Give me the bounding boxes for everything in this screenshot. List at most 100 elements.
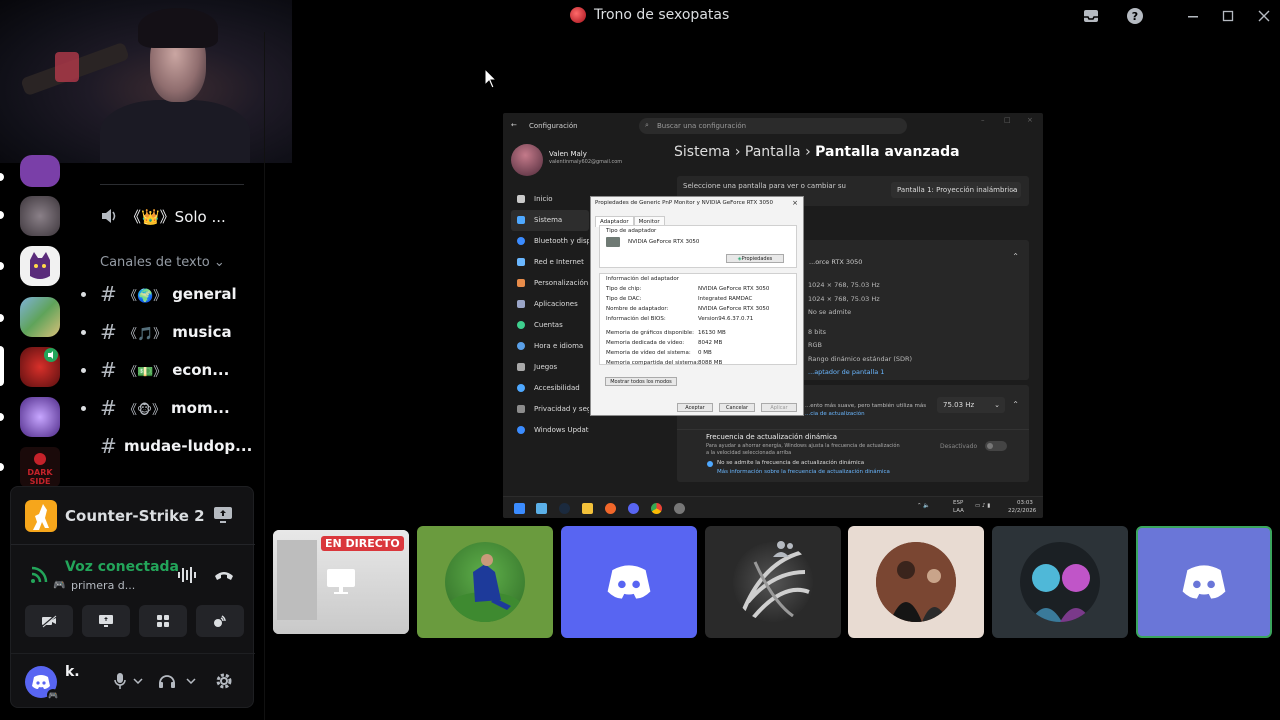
server-icon-landscape[interactable] [20, 297, 60, 337]
breadcrumb-separator: › [734, 144, 745, 160]
info-row: Memoria compartida del sistema: 8088 MB [606, 360, 722, 366]
settings-nav: Inicio Sistema Bluetooth y dispo Red e I… [511, 189, 589, 441]
unread-pill [0, 413, 4, 421]
minimize-icon[interactable] [1183, 6, 1203, 26]
list-modes-button: Mostrar todos los modos [605, 377, 677, 386]
disconnect-icon[interactable] [213, 567, 235, 586]
channel-name: mom... [171, 399, 230, 417]
server-icon-red[interactable] [20, 347, 60, 387]
nav-item: Aplicaciones [511, 294, 589, 315]
participant-avatar [445, 542, 525, 622]
username[interactable]: k. [65, 664, 80, 680]
nav-item: Windows Update [511, 420, 589, 441]
dynamic-desc: a la velocidad seleccionada arriba [706, 450, 792, 456]
windows-taskbar: ⌃ 🔈 ESP LAA ▭ ♪ ▮ 03:03 22/2/2026 [503, 496, 1043, 518]
text-channels-header[interactable]: Canales de texto ⌄ [100, 255, 225, 270]
channel-item-musica[interactable]: # 《🎵》 musica [100, 318, 232, 346]
unread-dot [81, 292, 86, 297]
info-key: Memoria dedicada de vídeo: [606, 340, 685, 346]
gear-icon[interactable] [213, 670, 235, 692]
nav-item: Juegos [511, 357, 589, 378]
participant-tile-default[interactable] [561, 526, 697, 638]
channel-emoji: 《💵》 [124, 364, 167, 380]
channel-item-mudae[interactable]: # mudae-ludop... [100, 432, 252, 460]
breadcrumb: Sistema › Pantalla › Pantalla avanzada [674, 144, 960, 160]
time-language-icon [517, 342, 525, 350]
voice-status[interactable]: Voz conectada [65, 559, 179, 575]
toggle-knob [987, 443, 993, 449]
inbox-icon[interactable] [1081, 6, 1101, 26]
dynamic-more-link: Más información sobre la frecuencia de a… [717, 469, 890, 475]
adapter-type-group: Tipo de adaptador NVIDIA GeForce RTX 305… [599, 225, 797, 268]
voice-channel-name[interactable]: primera d... [71, 579, 135, 592]
participant-tile[interactable] [417, 526, 553, 638]
participant-tile[interactable] [705, 526, 841, 638]
chevron-down-icon[interactable] [184, 670, 198, 692]
info-key: Nombre de adaptador: [606, 306, 669, 312]
server-icon-gray[interactable] [20, 196, 60, 236]
channel-item-momentos[interactable]: # 《🐵》 mom... [100, 394, 230, 422]
win-maximize-icon: □ [1004, 116, 1011, 124]
server-icon-purple[interactable] [20, 155, 60, 187]
help-icon[interactable]: ? [1125, 6, 1145, 26]
signal-icon [29, 563, 51, 589]
channel-item-general[interactable]: # 《🌍》 general [100, 280, 237, 308]
hashtag-icon: # [100, 434, 117, 458]
browser-icon [605, 503, 616, 514]
gamepad-status-icon: 🎮 [48, 690, 58, 700]
status-badge: 🎮 [47, 689, 59, 701]
participant-avatar [876, 542, 956, 622]
nav-item: Bluetooth y dispo [511, 231, 589, 252]
info-row: Tipo de DAC: Integrated RAMDAC [606, 296, 752, 302]
unread-pill [0, 262, 4, 270]
headphones-icon[interactable] [156, 670, 178, 692]
participant-tile-self[interactable] [1136, 526, 1272, 638]
sound-bars-icon[interactable] [177, 567, 197, 587]
nav-item: Inicio [511, 189, 589, 210]
dynamic-desc: Para ayudar a ahorrar energía, Windows a… [706, 443, 900, 449]
window-title: Trono de sexopatas [570, 7, 729, 23]
taskbar-app-icon [536, 503, 547, 514]
breadcrumb-item: Sistema [674, 144, 731, 160]
nav-label: Sistema [534, 216, 563, 224]
maximize-icon[interactable] [1218, 6, 1238, 26]
info-key: Memoria de gráficos disponible: [606, 330, 694, 336]
participant-tile[interactable] [992, 526, 1128, 638]
ok-button: Aceptar [677, 403, 713, 412]
win-close-icon: × [1027, 116, 1033, 124]
screen-share-icon[interactable] [213, 506, 233, 528]
section-label: Canales de texto [100, 255, 210, 270]
hashtag-icon: # [100, 396, 117, 420]
camera-off-button[interactable] [25, 605, 73, 637]
server-icon-dark-side[interactable]: DARK SIDE [20, 447, 60, 487]
participant-tile[interactable] [848, 526, 984, 638]
soundboard-button[interactable] [196, 605, 244, 637]
server-icon-cat[interactable] [20, 246, 60, 286]
close-icon[interactable] [1254, 6, 1274, 26]
webcam-overlay [0, 0, 292, 163]
microphone-icon[interactable] [109, 670, 131, 692]
chevron-down-icon: ⌄ [213, 255, 225, 270]
channel-item-economia[interactable]: # 《💵》 econ... [100, 356, 229, 384]
stream-preview-tile[interactable]: EN DIRECTO [273, 530, 409, 634]
mouse-cursor-icon [484, 68, 498, 89]
share-screen-button[interactable] [82, 605, 130, 637]
participant-avatar [1020, 542, 1100, 622]
server-icon-violet[interactable] [20, 397, 60, 437]
toggle-state: Desactivado [940, 443, 978, 450]
adapter-info-group: Información del adaptador Tipo de chip: N… [599, 273, 797, 366]
bluetooth-icon [517, 237, 525, 245]
settings-search: ⌕ Buscar una configuración [639, 118, 907, 134]
tray-time: 03:03 [1017, 500, 1033, 506]
properties-dialog: Propiedades de Generic PnP Monitor y NVI… [590, 196, 804, 416]
server-icon [570, 7, 586, 23]
info-val: 8088 MB [698, 360, 723, 366]
search-icon: ⌕ [645, 121, 649, 129]
screen-share-stream[interactable]: ← Configuración ⌕ Buscar una configuraci… [503, 113, 1043, 518]
controller-icon: 🎮 [53, 580, 66, 591]
nav-label: Personalización [534, 279, 589, 287]
activities-button[interactable] [139, 605, 187, 637]
info-val: 8042 MB [698, 340, 723, 346]
chevron-down-icon[interactable] [131, 670, 145, 692]
voice-channel-item[interactable]: 《👑》Solo ... [100, 202, 226, 230]
